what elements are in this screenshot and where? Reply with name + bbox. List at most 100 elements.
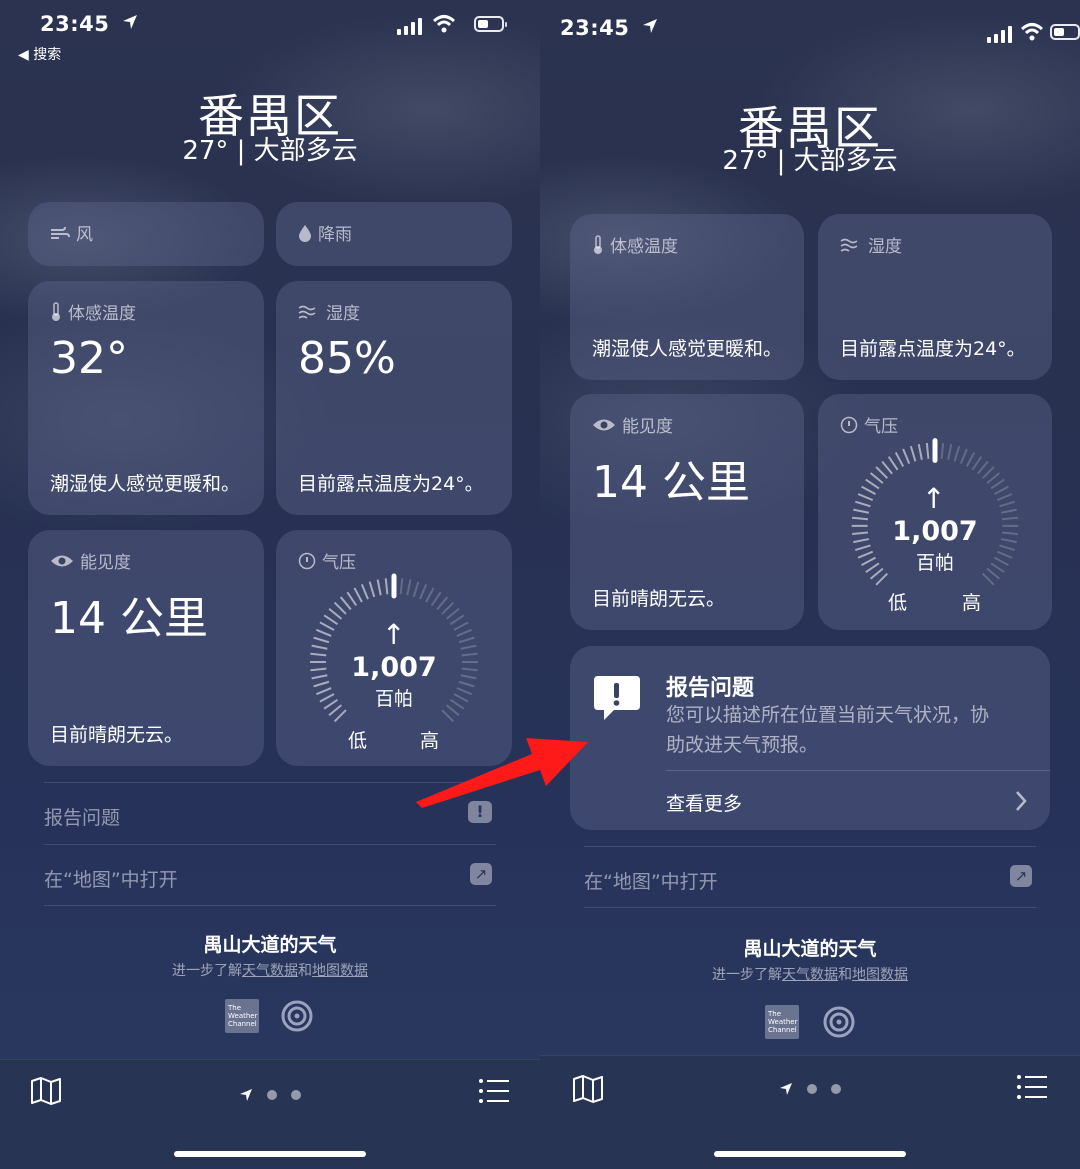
back-to-search-link[interactable]: ◀ 搜索 <box>18 44 61 64</box>
list-icon[interactable] <box>478 1078 510 1104</box>
feels-like-card[interactable]: 体感温度 潮湿使人感觉更暖和。 <box>570 214 804 380</box>
open-in-maps-link[interactable]: 在“地图”中打开 ↗ <box>44 844 496 906</box>
map-icon[interactable] <box>572 1074 604 1104</box>
gauge-tick <box>853 508 870 514</box>
map-data-link[interactable]: 地图数据 <box>312 963 368 979</box>
gauge-tick <box>316 628 332 637</box>
open-in-maps-link[interactable]: 在“地图”中打开 ↗ <box>584 846 1036 908</box>
wifi-icon <box>432 15 456 33</box>
footer-title: 禺山大道的天气 <box>743 938 877 960</box>
gauge-tick <box>333 709 347 723</box>
footer-subtitle: 进一步了解天气数据和地图数据 <box>712 967 908 983</box>
gauge-tick <box>430 591 442 607</box>
pressure-value: 1,007 <box>892 516 978 547</box>
page-dot <box>807 1084 817 1094</box>
pressure-card[interactable]: 气压 ↑ 1,007 百帕 低 高 <box>818 394 1052 630</box>
map-data-link[interactable]: 地图数据 <box>852 967 908 983</box>
gauge-tick <box>339 596 352 611</box>
gauge-tick <box>313 636 330 644</box>
humidity-card[interactable]: 湿度 85% 目前露点温度为24°。 <box>276 281 512 515</box>
gauge-tick <box>456 628 472 637</box>
page-indicator[interactable] <box>779 1082 841 1096</box>
data-provider-swirl-icon[interactable] <box>280 999 314 1033</box>
gauge-tick <box>971 456 983 471</box>
page-indicator[interactable] <box>239 1088 301 1102</box>
gauge-tick <box>376 579 382 596</box>
gauge-tick <box>981 572 995 586</box>
report-card-divider <box>666 770 1050 771</box>
see-more-button[interactable]: 查看更多 <box>666 789 742 816</box>
gauge-tick <box>977 460 989 475</box>
chevron-right-icon[interactable] <box>1014 790 1028 812</box>
home-indicator[interactable] <box>714 1151 906 1157</box>
page-dot <box>267 1090 277 1100</box>
current-location-icon <box>240 1089 252 1101</box>
visibility-desc: 目前晴朗无云。 <box>592 588 726 610</box>
gauge-tick <box>925 442 930 459</box>
gauge-tick <box>981 466 995 479</box>
humidity-value: 85% <box>298 333 396 384</box>
weather-channel-logo[interactable]: The Weather Channel <box>765 1005 799 1039</box>
visibility-desc: 目前晴朗无云。 <box>50 724 184 746</box>
red-annotation-arrow <box>416 738 588 808</box>
humidity-desc: 目前露点温度为24°。 <box>840 338 1026 360</box>
report-issue-card[interactable]: 报告问题 您可以描述所在位置当前天气状况，协助改进天气预报。 查看更多 <box>570 646 1050 830</box>
visibility-card[interactable]: 能见度 14 公里 目前晴朗无云。 <box>28 530 264 766</box>
feels-like-value: 32° <box>50 333 128 384</box>
status-bar: 23:45 <box>540 0 1080 43</box>
current-condition: 27° | 大部多云 <box>722 146 898 176</box>
pressure-trend-arrow-icon: ↑ <box>382 618 406 651</box>
gauge-tick <box>909 445 917 462</box>
location-arrow-icon <box>123 15 138 29</box>
gauge-tick <box>460 644 477 650</box>
gauge-tick <box>399 578 404 595</box>
bottom-toolbar <box>540 1055 1080 1169</box>
wind-card[interactable]: 风 <box>28 202 264 266</box>
gauge-tick <box>406 579 412 596</box>
gauge-tick <box>875 572 889 586</box>
gauge-tick <box>917 444 923 460</box>
weather-data-link[interactable]: 天气数据 <box>242 963 298 979</box>
gauge-tick <box>441 601 455 615</box>
gauge-tick <box>857 493 874 501</box>
gauge-tick <box>999 500 1015 508</box>
pressure-unit: 百帕 <box>374 688 413 710</box>
visibility-value: 14 公里 <box>592 457 750 508</box>
humidity-card[interactable]: 湿度 目前露点温度为24°。 <box>818 214 1052 380</box>
gauge-tick <box>425 587 435 603</box>
map-icon[interactable] <box>30 1076 62 1106</box>
gauge-tick <box>881 460 893 475</box>
footer-subtitle: 进一步了解天气数据和地图数据 <box>172 963 368 979</box>
open-external-icon: ↗ <box>470 863 492 885</box>
feels-like-card[interactable]: 体感温度 32° 潮湿使人感觉更暖和。 <box>28 281 264 515</box>
weather-channel-logo[interactable]: The Weather Channel <box>225 999 259 1033</box>
signal-icon <box>987 26 1012 43</box>
pressure-low-label: 低 <box>888 592 908 614</box>
humidity-desc: 目前露点温度为24°。 <box>298 473 484 495</box>
rain-card[interactable]: 降雨 <box>276 202 512 266</box>
gauge-tick <box>333 601 347 615</box>
gauge-tick <box>953 445 961 462</box>
thermometer-icon <box>52 301 60 321</box>
gauge-tick <box>441 709 455 723</box>
home-indicator[interactable] <box>174 1151 366 1157</box>
gauge-tick <box>986 472 1001 484</box>
gauge-tick <box>855 500 871 508</box>
gauge-tick <box>902 448 911 464</box>
data-provider-swirl-icon[interactable] <box>822 1005 856 1039</box>
gauge-tick <box>445 607 460 620</box>
gauge-tick <box>384 578 389 595</box>
gauge-tick <box>875 466 889 479</box>
gauge-tick <box>353 587 363 603</box>
status-time: 23:45 <box>40 12 139 36</box>
speech-bubble-alert-icon <box>594 676 640 720</box>
page-dot <box>831 1084 841 1094</box>
list-icon[interactable] <box>1016 1074 1048 1100</box>
weather-data-link[interactable]: 天气数据 <box>782 967 838 983</box>
report-card-desc: 您可以描述所在位置当前天气状况，协助改进天气预报。 <box>666 704 990 756</box>
location-arrow-icon <box>643 19 658 33</box>
visibility-card[interactable]: 能见度 14 公里 目前晴朗无云。 <box>570 394 804 630</box>
status-bar: 23:45 ◀ 搜索 <box>0 12 540 63</box>
eye-icon <box>593 419 615 430</box>
gauge-tick <box>319 621 335 631</box>
